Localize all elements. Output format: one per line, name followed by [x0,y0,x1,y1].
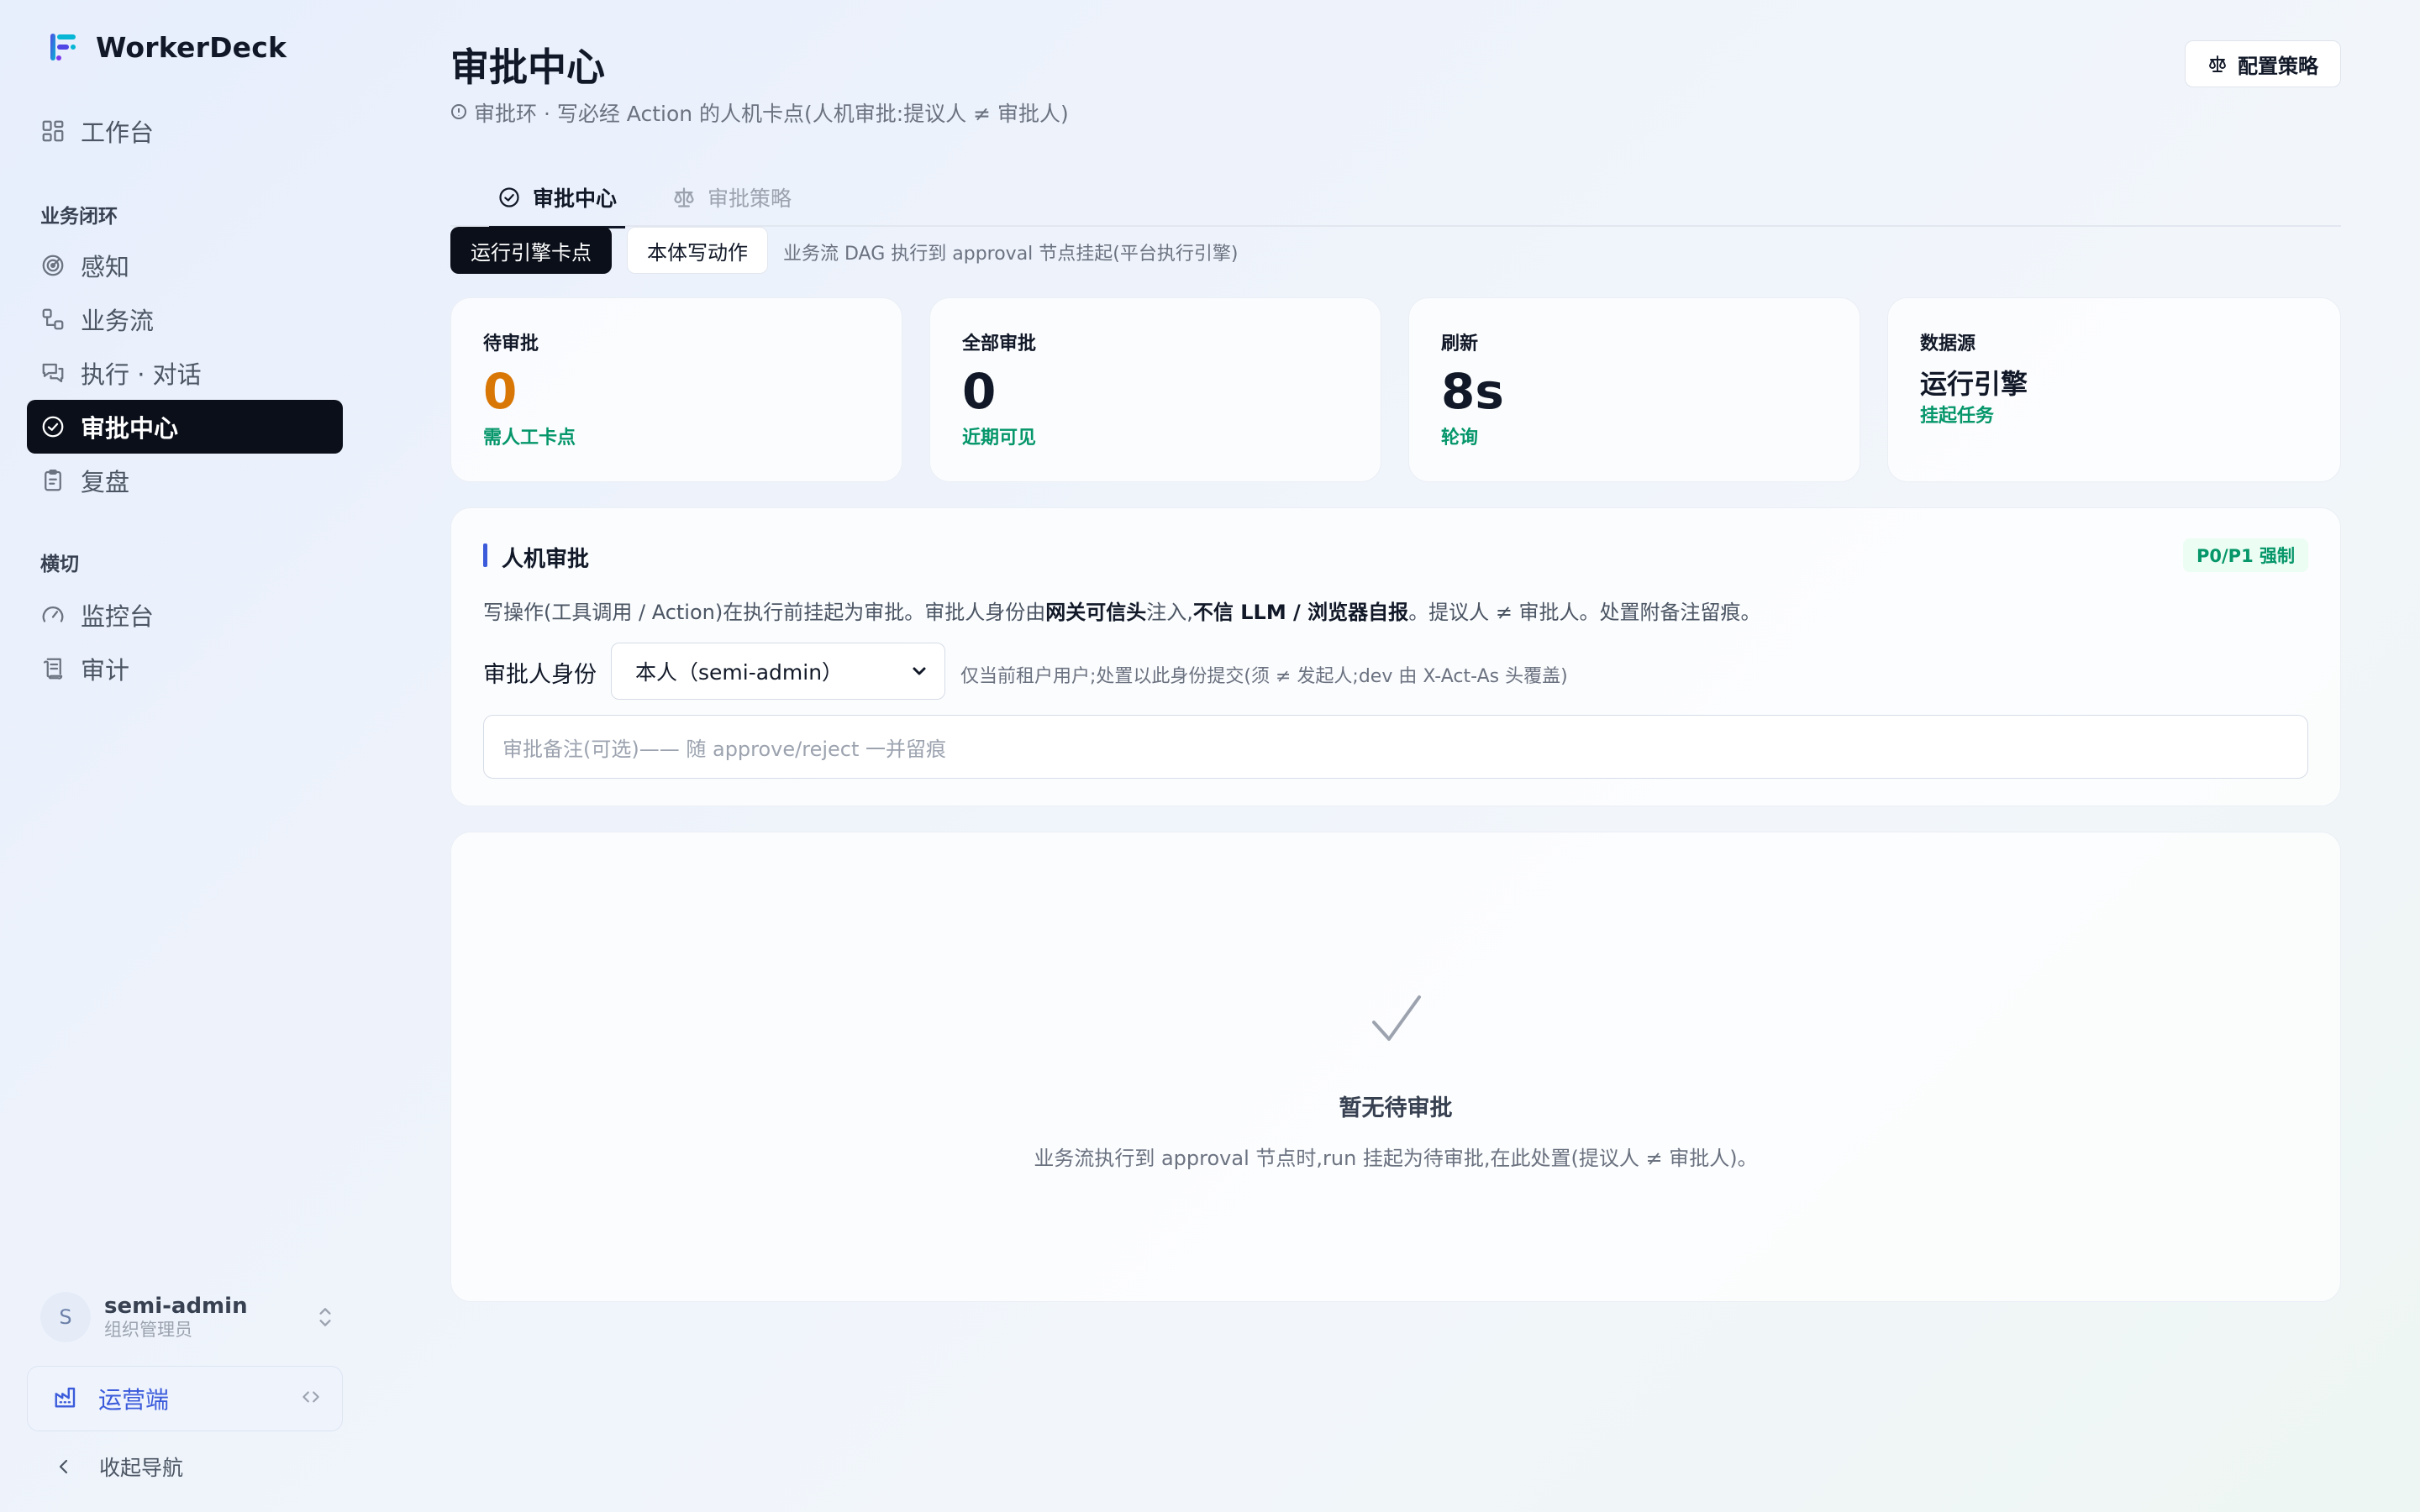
stat-hint: 需人工卡点 [483,428,576,449]
pending-approvals-list: 暂无待审批 业务流执行到 approval 节点时,run 挂起为待审批,在此处… [450,832,2341,1302]
nav-section-business: 业务闭环 [40,206,118,228]
user-role: 组织管理员 [104,1320,192,1340]
config-policy-label: 配置策略 [2238,54,2318,78]
sidebar: WorkerDeck 工作台 业务闭环 感知 业务流 执行 · 对话 审批中心 [0,0,370,1512]
human-approval-panel: 人机审批 P0/P1 强制 写操作(工具调用 / Action)在执行前挂起为审… [450,507,2341,806]
nav-item-workflow[interactable]: 业务流 [27,292,343,346]
desc-bold: 网关可信头 [1045,601,1147,624]
mode-ontology-write-button[interactable]: 本体写动作 [627,227,768,274]
mode-engine-checkpoint-button[interactable]: 运行引擎卡点 [450,227,612,274]
nav-item-audit[interactable]: 审计 [27,642,343,696]
tab-approval-policy[interactable]: 审批策略 [672,168,792,227]
empty-state-title: 暂无待审批 [1339,1095,1453,1121]
tab-label: 审批中心 [533,186,618,211]
nav-item-perception[interactable]: 感知 [27,239,343,292]
radar-icon [40,253,66,278]
ops-portal-label: 运营端 [98,1386,170,1414]
stat-value: 0 [483,363,518,420]
stat-label: 数据源 [1920,333,1976,354]
chevron-down-icon [913,667,926,675]
stat-hint: 轮询 [1441,428,1479,449]
chat-icon [40,360,66,386]
stat-label: 待审批 [483,333,539,354]
nav-item-approval-center[interactable]: 审批中心 [27,400,343,454]
user-switcher[interactable]: S semi-admin 组织管理员 [40,1290,336,1344]
stat-card-refresh: 刷新 8s 轮询 [1408,297,1860,482]
page-title: 审批中心 [450,45,605,90]
stat-hint: 挂起任务 [1920,406,1995,427]
user-name: semi-admin [104,1294,248,1319]
ops-portal-button[interactable]: 运营端 [27,1366,343,1431]
panel-description: 写操作(工具调用 / Action)在执行前挂起为审批。审批人身份由网关可信头注… [483,596,1761,625]
config-policy-button[interactable]: 配置策略 [2185,40,2341,87]
nav-item-review[interactable]: 复盘 [27,454,343,507]
brand[interactable]: WorkerDeck [47,29,287,66]
stat-hint: 近期可见 [962,428,1037,449]
nav-item-label: 审计 [81,656,130,685]
nav-item-label: 执行 · 对话 [81,360,202,389]
user-info: semi-admin 组织管理员 [104,1294,314,1341]
workflow-icon [40,307,66,332]
nav-item-monitor[interactable]: 监控台 [27,588,343,642]
nav-item-label: 复盘 [81,468,130,496]
chevron-left-icon [59,1459,68,1474]
workerdeck-logo-icon [50,34,76,60]
nav-item-label: 审批中心 [81,414,179,443]
empty-state-description: 业务流执行到 approval 节点时,run 挂起为待审批,在此处置(提议人 … [1034,1147,1758,1170]
check-circle-icon [40,414,66,439]
approver-identity-value: 本人（semi-admin） [635,660,844,685]
clipboard-icon [40,468,66,493]
priority-badge: P0/P1 强制 [2183,538,2308,572]
chevrons-up-down-icon [314,1305,336,1330]
stat-card-datasource: 数据源 运行引擎 挂起任务 [1887,297,2341,482]
collapse-nav-label: 收起导航 [99,1456,184,1480]
nav-item-label: 业务流 [81,307,155,335]
collapse-nav-button[interactable]: 收起导航 [54,1450,183,1483]
approver-identity-select[interactable]: 本人（semi-admin） [611,643,945,700]
stat-value: 8s [1441,363,1504,420]
code-icon [300,1386,322,1411]
tab-approval-center[interactable]: 审批中心 [488,168,626,228]
stat-card-pending: 待审批 0 需人工卡点 [450,297,902,482]
stat-card-all: 全部审批 0 近期可见 [929,297,1381,482]
nav-item-workbench[interactable]: 工作台 [27,104,343,158]
page-subtitle: 审批环 · 写必经 Action 的人机卡点(人机审批:提议人 ≠ 审批人) [450,97,1069,128]
desc-bold: 不信 LLM / 浏览器自报 [1192,601,1409,624]
approval-remark-input[interactable]: 审批备注(可选)—— 随 approve/reject 一并留痕 [483,715,2308,779]
stat-value: 运行引擎 [1920,368,2028,400]
panel-title: 人机审批 [502,547,590,572]
scale-icon [2209,55,2226,72]
tab-label: 审批策略 [708,186,792,211]
nav-section-cross: 横切 [40,554,79,575]
gauge-icon [40,602,66,627]
stat-label: 全部审批 [962,333,1037,354]
scale-icon [674,187,694,207]
avatar: S [40,1292,91,1342]
factory-icon [53,1384,78,1413]
nav-item-label: 感知 [81,253,130,281]
dashboard-icon [40,118,66,144]
nav-item-label: 监控台 [81,602,155,631]
approver-hint: 仅当前租户用户;处置以此身份提交(须 ≠ 发起人;dev 由 X-Act-As … [960,666,1568,687]
nav-item-label: 工作台 [81,118,155,147]
check-circle-icon [499,187,519,207]
desc-text: 注入, [1146,601,1193,624]
approver-identity-label: 审批人身份 [483,662,597,688]
app-name: WorkerDeck [96,30,287,64]
page-subtitle-text: 审批环 · 写必经 Action 的人机卡点(人机审批:提议人 ≠ 审批人) [474,102,1069,126]
desc-text: 写操作(工具调用 / Action)在执行前挂起为审批。审批人身份由 [483,601,1046,624]
scroll-icon [40,656,66,681]
nav-item-execution-chat[interactable]: 执行 · 对话 [27,346,343,400]
checkmark-icon [1367,992,1426,1051]
info-circle-icon [450,101,467,125]
desc-text: 。提议人 ≠ 审批人。处置附备注留痕。 [1408,601,1761,624]
stat-label: 刷新 [1441,333,1479,354]
stat-value: 0 [962,363,997,420]
mode-description: 业务流 DAG 执行到 approval 节点挂起(平台执行引擎) [783,244,1239,265]
panel-accent-bar [483,543,487,567]
